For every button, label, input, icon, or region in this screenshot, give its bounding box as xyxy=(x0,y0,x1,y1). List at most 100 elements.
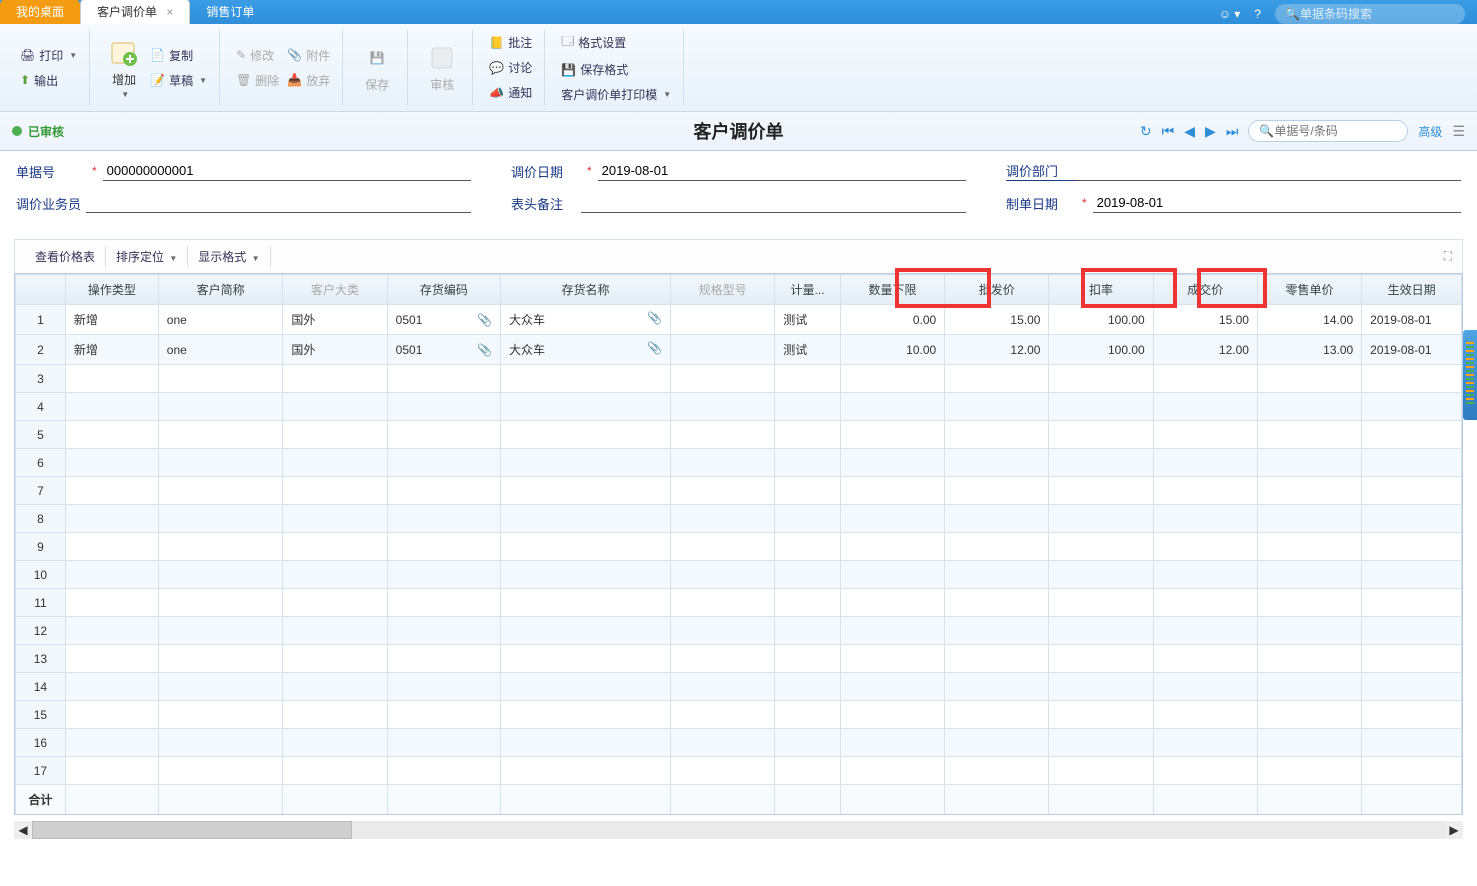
table-row[interactable]: 12 xyxy=(16,617,1462,645)
cell-spec[interactable] xyxy=(670,335,774,365)
cell-empty[interactable] xyxy=(1153,729,1257,757)
next-icon[interactable]: ▶ xyxy=(1205,123,1216,140)
cell-empty[interactable] xyxy=(840,449,944,477)
cell-empty[interactable] xyxy=(775,757,841,785)
cell-empty[interactable] xyxy=(1257,365,1361,393)
col-header[interactable]: 生效日期 xyxy=(1362,275,1462,305)
cell-empty[interactable] xyxy=(670,393,774,421)
dept-label[interactable]: 调价部门 xyxy=(1006,161,1076,181)
cell-empty[interactable] xyxy=(1362,673,1462,701)
cell-empty[interactable] xyxy=(387,589,500,617)
last-icon[interactable]: ⏭ xyxy=(1226,123,1239,140)
cell-empty[interactable] xyxy=(1153,421,1257,449)
cell-retail[interactable]: 13.00 xyxy=(1257,335,1361,365)
cell-empty[interactable] xyxy=(1153,505,1257,533)
cell-unit[interactable]: 测试 xyxy=(775,305,841,335)
cell-empty[interactable] xyxy=(840,393,944,421)
cell-empty[interactable] xyxy=(775,589,841,617)
cell-empty[interactable] xyxy=(670,617,774,645)
cell-empty[interactable] xyxy=(775,701,841,729)
cell-empty[interactable] xyxy=(670,645,774,673)
create-date-input[interactable] xyxy=(1093,193,1461,213)
help-icon[interactable]: ? xyxy=(1254,7,1261,21)
cell-empty[interactable] xyxy=(1257,505,1361,533)
cell-empty[interactable] xyxy=(500,505,670,533)
cell-empty[interactable] xyxy=(775,421,841,449)
cell-empty[interactable] xyxy=(65,533,158,561)
cell-empty[interactable] xyxy=(945,701,1049,729)
cell-empty[interactable] xyxy=(387,421,500,449)
cell-empty[interactable] xyxy=(1049,757,1153,785)
cell-empty[interactable] xyxy=(158,365,283,393)
cell-empty[interactable] xyxy=(65,561,158,589)
cell-empty[interactable] xyxy=(387,673,500,701)
table-row[interactable]: 17 xyxy=(16,757,1462,785)
cell-empty[interactable] xyxy=(945,365,1049,393)
cell-empty[interactable] xyxy=(840,729,944,757)
cell-empty[interactable] xyxy=(945,505,1049,533)
cell-empty[interactable] xyxy=(1153,533,1257,561)
paperclip-icon[interactable]: 📎 xyxy=(647,341,662,355)
cell-empty[interactable] xyxy=(670,673,774,701)
cell-empty[interactable] xyxy=(1049,561,1153,589)
cell-empty[interactable] xyxy=(283,561,387,589)
cell-empty[interactable] xyxy=(158,561,283,589)
cell-empty[interactable] xyxy=(775,449,841,477)
table-row[interactable]: 6 xyxy=(16,449,1462,477)
cell-empty[interactable] xyxy=(775,505,841,533)
cell-empty[interactable] xyxy=(775,645,841,673)
cell-empty[interactable] xyxy=(775,393,841,421)
cell-empty[interactable] xyxy=(1362,505,1462,533)
cell-empty[interactable] xyxy=(1362,393,1462,421)
cell-empty[interactable] xyxy=(65,673,158,701)
cell-empty[interactable] xyxy=(65,729,158,757)
cell-empty[interactable] xyxy=(670,533,774,561)
cell-empty[interactable] xyxy=(1049,477,1153,505)
cell-empty[interactable] xyxy=(945,561,1049,589)
cell-minQty[interactable]: 0.00 xyxy=(840,305,944,335)
cell-empty[interactable] xyxy=(500,365,670,393)
cell-empty[interactable] xyxy=(387,393,500,421)
table-row[interactable]: 4 xyxy=(16,393,1462,421)
cell-empty[interactable] xyxy=(1362,589,1462,617)
table-row[interactable]: 9 xyxy=(16,533,1462,561)
cell-empty[interactable] xyxy=(775,617,841,645)
cell-empty[interactable] xyxy=(1257,561,1361,589)
horizontal-scrollbar[interactable]: ◀ ▶ xyxy=(14,821,1463,839)
cell-empty[interactable] xyxy=(945,757,1049,785)
cell-empty[interactable] xyxy=(1049,533,1153,561)
cell-empty[interactable] xyxy=(500,533,670,561)
first-icon[interactable]: ⏮ xyxy=(1162,123,1175,140)
cell-empty[interactable] xyxy=(840,477,944,505)
cell-empty[interactable] xyxy=(1049,505,1153,533)
cell-empty[interactable] xyxy=(840,533,944,561)
cell-empty[interactable] xyxy=(1049,701,1153,729)
table-row[interactable]: 2新增one国外0501📎大众车📎测试10.0012.00100.0012.00… xyxy=(16,335,1462,365)
sort-button[interactable]: 排序定位 ▼ xyxy=(106,246,188,267)
cell-name[interactable]: 大众车📎 xyxy=(500,335,670,365)
list-icon[interactable]: ☰ xyxy=(1452,123,1465,140)
cell-empty[interactable] xyxy=(1257,589,1361,617)
cell-deal[interactable]: 15.00 xyxy=(1153,305,1257,335)
cell-empty[interactable] xyxy=(1362,477,1462,505)
abandon-button[interactable]: 📥放弃 xyxy=(283,70,334,91)
cell-empty[interactable] xyxy=(500,729,670,757)
cell-empty[interactable] xyxy=(387,701,500,729)
col-header[interactable]: 计量... xyxy=(775,275,841,305)
table-row[interactable]: 11 xyxy=(16,589,1462,617)
scroll-thumb[interactable] xyxy=(32,821,352,839)
cell-empty[interactable] xyxy=(945,421,1049,449)
cell-empty[interactable] xyxy=(1049,617,1153,645)
cell-empty[interactable] xyxy=(283,533,387,561)
cell-empty[interactable] xyxy=(65,477,158,505)
cell-empty[interactable] xyxy=(387,757,500,785)
cell-empty[interactable] xyxy=(283,757,387,785)
date-input[interactable] xyxy=(598,161,966,181)
cell-empty[interactable] xyxy=(283,449,387,477)
cell-wholesale[interactable]: 15.00 xyxy=(945,305,1049,335)
cell-empty[interactable] xyxy=(1362,365,1462,393)
cell-empty[interactable] xyxy=(1153,393,1257,421)
table-row[interactable]: 1新增one国外0501📎大众车📎测试0.0015.00100.0015.001… xyxy=(16,305,1462,335)
cell-code[interactable]: 0501📎 xyxy=(387,305,500,335)
cell-empty[interactable] xyxy=(387,477,500,505)
